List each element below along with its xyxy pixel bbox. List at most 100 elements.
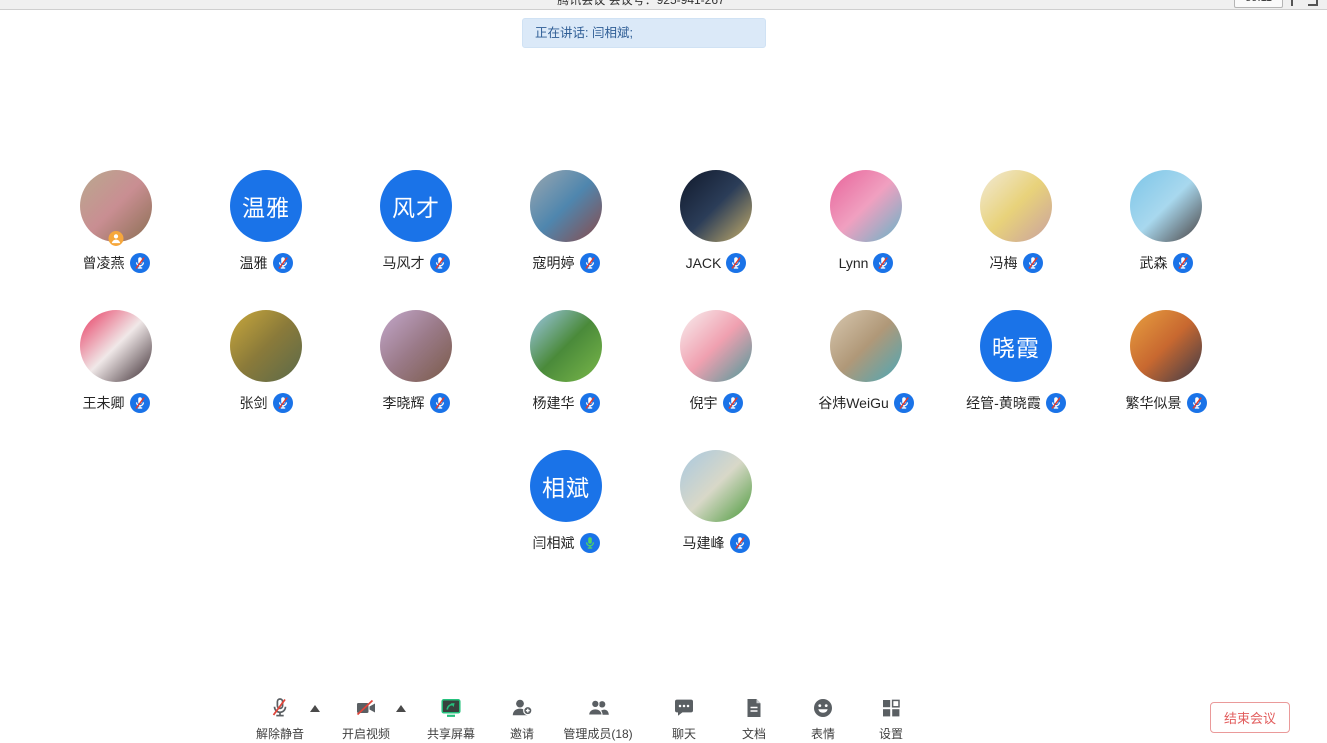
participant-name-row: 闫相斌 [533,533,600,553]
participant-tile[interactable]: 相斌 闫相斌 [491,450,641,553]
participant-name-row: 温雅 [240,253,293,273]
mic-muted-badge-icon[interactable] [273,393,293,413]
participant-tile[interactable]: 晓霞 经管-黄晓霞 [941,310,1091,413]
toolbar-item-camera-off[interactable]: 开启视频 [342,696,390,742]
participant-name-row: 经管-黄晓霞 [966,393,1066,413]
participant-name-row: 寇明婷 [533,253,600,273]
participant-name: 张剑 [240,393,268,413]
participant-tile[interactable]: 曾凌燕 [41,170,191,273]
toolbar-item-share-screen[interactable]: 共享屏幕 [427,696,475,742]
participant-name-row: Lynn [839,253,894,273]
participant-row: 相斌 闫相斌 马建峰 [491,450,791,553]
participant-tile[interactable]: 王未卿 [41,310,191,413]
mic-muted-badge-icon[interactable] [430,393,450,413]
participant-tile[interactable]: 温雅 温雅 [191,170,341,273]
exit-fullscreen-icon[interactable] [1308,0,1318,6]
speaking-banner: 正在讲话: 闫相斌; [522,18,766,48]
toolbar-item-doc[interactable]: 文档 [741,696,767,742]
emoji-icon [810,696,836,720]
participant-row: 曾凌燕 温雅 温雅 [41,170,1241,273]
toolbar-item-label: 开启视频 [342,725,390,742]
participant-tile[interactable]: 寇明婷 [491,170,641,273]
mic-muted-badge-icon[interactable] [873,253,893,273]
participant-avatar [980,170,1052,242]
participant-name-row: 繁华似景 [1126,393,1207,413]
participant-name-row: JACK [686,253,747,273]
toolbar-item-label: 解除静音 [256,725,304,742]
participant-tile[interactable]: JACK [641,170,791,273]
toolbar-item-chat[interactable]: 聊天 [671,696,697,742]
mic-muted-badge-icon[interactable] [730,533,750,553]
participant-tile[interactable]: Lynn [791,170,941,273]
chat-icon [671,696,697,720]
participant-tile[interactable]: 杨建华 [491,310,641,413]
toolbar-item-label: 表情 [811,725,835,742]
mic-muted-badge-icon[interactable] [580,393,600,413]
participant-avatar [530,310,602,382]
share-screen-icon [438,696,464,720]
mic-muted-badge-icon[interactable] [580,253,600,273]
meeting-timer: 59:11 [1234,0,1283,8]
window-title-bar: 腾讯会议 会议号：925-941-267 59:11 [0,0,1327,10]
mic-muted-badge-icon[interactable] [894,393,914,413]
participant-avatar-initials: 晓霞 [980,310,1052,382]
participant-name-row: 曾凌燕 [83,253,150,273]
mic-muted-badge-icon[interactable] [1023,253,1043,273]
participant-tile[interactable]: 张剑 [191,310,341,413]
toolbar-item-label: 设置 [879,725,903,742]
expand-arrow-icon[interactable] [310,705,320,712]
toolbar-item-members[interactable]: 管理成员(18) [563,696,632,742]
participant-tile[interactable]: 武森 [1091,170,1241,273]
participant-tile[interactable]: 冯梅 [941,170,1091,273]
participant-avatar [830,170,902,242]
participant-name: 温雅 [240,253,268,273]
participant-name: JACK [686,255,722,271]
exit-fullscreen-icon[interactable] [1291,0,1301,6]
window-controls[interactable] [1291,0,1318,6]
participant-name: Lynn [839,255,869,271]
participant-name-row: 冯梅 [990,253,1043,273]
mic-muted-badge-icon[interactable] [1046,393,1066,413]
participant-avatar-initials: 风才 [380,170,452,242]
participant-avatar [80,310,152,382]
expand-arrow-icon[interactable] [396,705,406,712]
toolbar-item-settings[interactable]: 设置 [878,696,904,742]
toolbar-item-emoji[interactable]: 表情 [810,696,836,742]
participant-name-row: 张剑 [240,393,293,413]
participant-tile[interactable]: 倪宇 [641,310,791,413]
participant-name: 杨建华 [533,393,575,413]
participant-name: 谷炜WeiGu [818,393,889,413]
participant-name: 武森 [1140,253,1168,273]
speaking-banner-text: 正在讲话: 闫相斌; [535,26,633,40]
participant-tile[interactable]: 马建峰 [641,450,791,553]
participant-name-row: 倪宇 [690,393,743,413]
participant-name: 冯梅 [990,253,1018,273]
mic-muted-badge-icon[interactable] [130,393,150,413]
toolbar-item-label: 管理成员(18) [563,725,632,742]
participant-tile[interactable]: 风才 马风才 [341,170,491,273]
participant-avatar [380,310,452,382]
settings-icon [878,696,904,720]
participant-name: 繁华似景 [1126,393,1182,413]
toolbar-item-mic-off[interactable]: 解除静音 [256,696,304,742]
participant-tile[interactable]: 李晓辉 [341,310,491,413]
mic-muted-badge-icon[interactable] [723,393,743,413]
meeting-toolbar: 解除静音 开启视频 共享屏幕邀请管理成员(18) 聊天文档表情 设置 [0,695,1327,743]
mic-muted-badge-icon[interactable] [1173,253,1193,273]
mic-active-badge-icon[interactable] [580,533,600,553]
mic-muted-badge-icon[interactable] [726,253,746,273]
mic-muted-badge-icon[interactable] [430,253,450,273]
participant-name-row: 谷炜WeiGu [818,393,914,413]
participant-name: 王未卿 [83,393,125,413]
participant-name: 闫相斌 [533,533,575,553]
end-meeting-button[interactable]: 结束会议 [1210,702,1290,733]
mic-muted-badge-icon[interactable] [130,253,150,273]
host-badge-icon [109,231,124,246]
mic-muted-badge-icon[interactable] [273,253,293,273]
mic-muted-badge-icon[interactable] [1187,393,1207,413]
participant-tile[interactable]: 繁华似景 [1091,310,1241,413]
participant-tile[interactable]: 谷炜WeiGu [791,310,941,413]
toolbar-item-invite[interactable]: 邀请 [509,696,535,742]
participant-avatar [530,170,602,242]
participant-row: 王未卿 张剑 [41,310,1241,413]
